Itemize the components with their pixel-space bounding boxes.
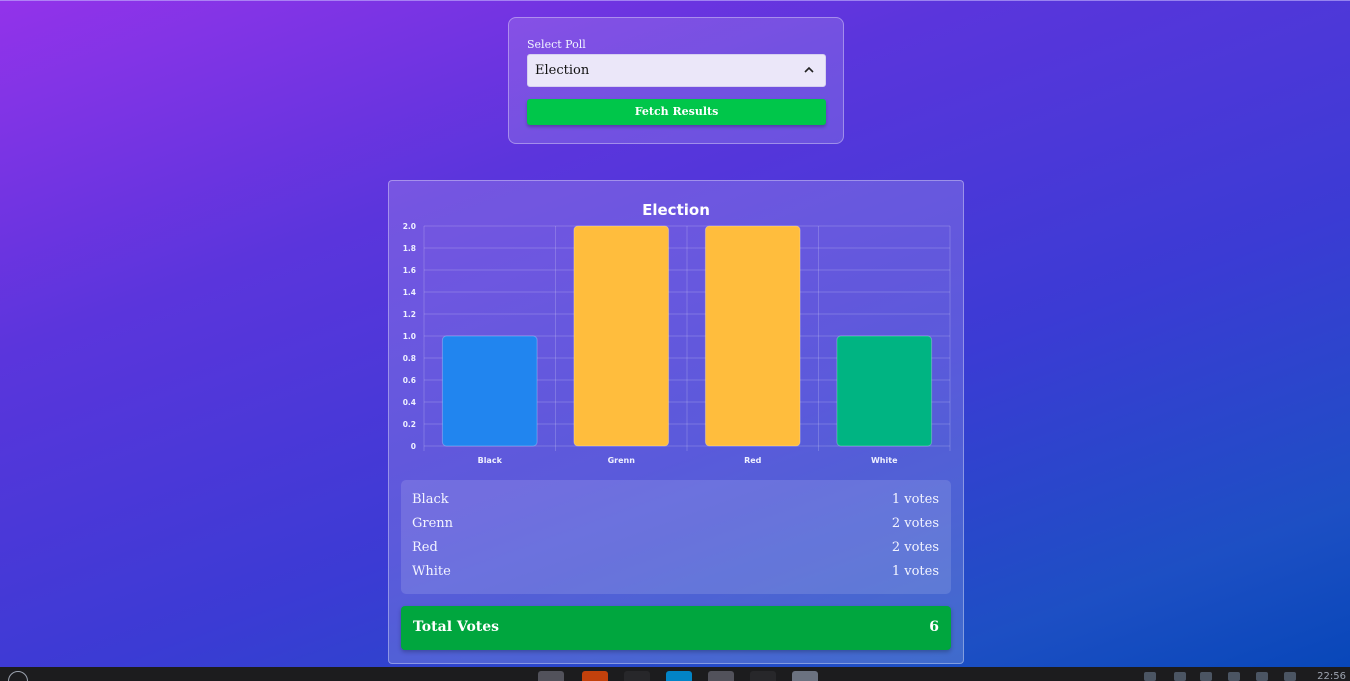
x-tick-label: Red	[744, 456, 762, 465]
y-tick-label: 0.8	[403, 354, 416, 363]
results-list-item: Red 2 votes	[412, 540, 939, 564]
tray-network-icon[interactable]	[1144, 672, 1156, 681]
y-tick-label: 1.2	[403, 310, 416, 319]
y-tick-label: 1.4	[403, 288, 416, 297]
tray-battery-icon[interactable]	[1228, 672, 1240, 681]
start-menu-icon[interactable]	[8, 671, 28, 681]
y-tick-label: 1.6	[403, 266, 416, 275]
taskbar-app-telegram-icon[interactable]	[666, 671, 692, 681]
poll-select[interactable]: Election	[527, 54, 826, 87]
x-tick-label: Grenn	[608, 456, 636, 465]
option-votes: 2 votes	[891, 516, 939, 531]
taskbar-app-files-icon[interactable]	[792, 671, 818, 681]
option-name: White	[412, 564, 451, 579]
option-name: Grenn	[412, 516, 454, 531]
bar	[441, 335, 538, 447]
taskbar-app-vpn-icon[interactable]	[750, 671, 776, 681]
results-card: Election 0 0.2 0.4 0.6 0.8 1.0 1.2 1.4 1.6 1.8 2.0…	[388, 180, 964, 664]
option-name: Black	[412, 492, 449, 507]
bar	[836, 335, 933, 447]
poll-select-value: Election	[535, 63, 590, 78]
y-tick-label: 1.8	[403, 244, 416, 253]
poll-selector-card: Select Poll Election Fetch Results	[508, 17, 844, 144]
y-tick-label: 0	[411, 442, 416, 451]
taskbar-clock: 22:56	[1317, 671, 1346, 681]
y-tick-label: 0.4	[403, 398, 416, 407]
select-poll-label: Select Poll	[527, 38, 586, 51]
tray-bag-icon[interactable]	[1174, 672, 1186, 681]
option-votes: 1 votes	[891, 492, 939, 507]
results-bar-chart: 0 0.2 0.4 0.6 0.8 1.0 1.2 1.4 1.6 1.8 2.0 Black Gren…	[403, 222, 951, 465]
chevron-up-icon	[804, 66, 814, 73]
option-votes: 1 votes	[891, 564, 939, 579]
taskbar-app-store-icon[interactable]	[582, 671, 608, 681]
tray-shield-icon[interactable]	[1200, 672, 1212, 681]
tray-power-icon[interactable]	[1284, 672, 1296, 681]
taskbar: 22:56	[0, 667, 1350, 681]
total-votes-value: 6	[929, 619, 939, 635]
results-list: Black 1 votes Grenn 2 votes Red 2 votes White 1…	[401, 480, 951, 594]
results-list-item: White 1 votes	[412, 564, 939, 588]
y-tick-label: 1.0	[403, 332, 416, 341]
total-votes-bar: Total Votes 6	[401, 606, 951, 650]
taskbar-app-browser-icon[interactable]	[708, 671, 734, 681]
y-tick-label: 0.2	[403, 420, 416, 429]
results-list-item: Black 1 votes	[412, 492, 939, 516]
y-tick-label: 0.6	[403, 376, 416, 385]
window-top-border	[0, 0, 1350, 1]
taskbar-app-calendar-icon[interactable]	[538, 671, 564, 681]
x-tick-label: Black	[478, 456, 503, 465]
bar	[573, 225, 670, 447]
y-tick-label: 2.0	[403, 222, 416, 231]
fetch-results-button[interactable]: Fetch Results	[527, 99, 826, 125]
total-votes-label: Total Votes	[413, 619, 500, 635]
bar	[704, 225, 801, 447]
tray-volume-icon[interactable]	[1256, 672, 1268, 681]
x-tick-label: White	[871, 456, 898, 465]
taskbar-app-terminal-icon[interactable]	[624, 671, 650, 681]
option-name: Red	[412, 540, 438, 555]
results-list-item: Grenn 2 votes	[412, 516, 939, 540]
option-votes: 2 votes	[891, 540, 939, 555]
